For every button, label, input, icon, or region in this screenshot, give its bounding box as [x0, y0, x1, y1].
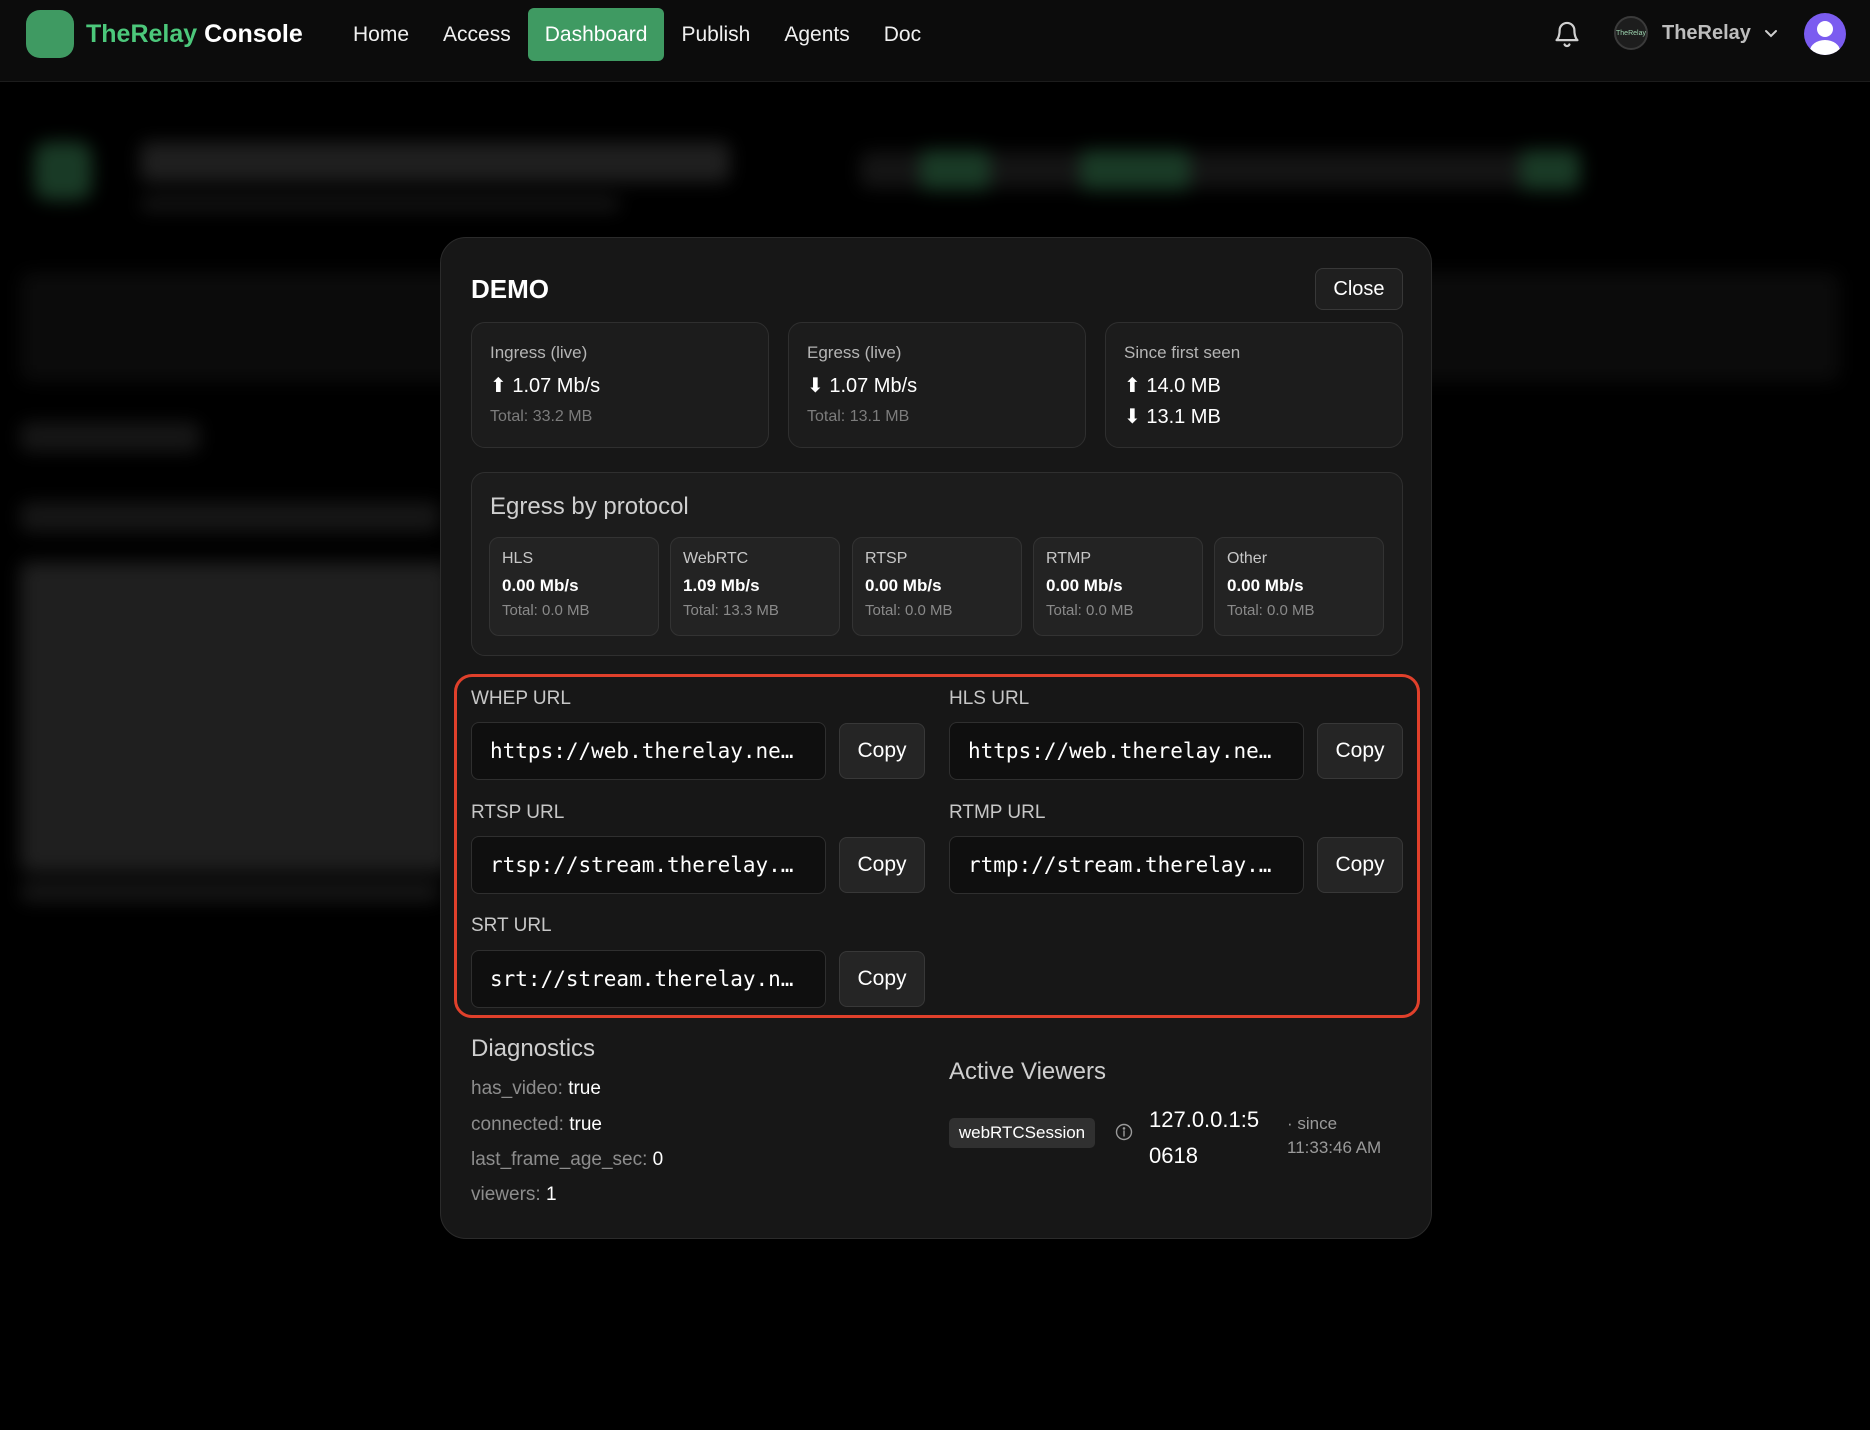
brand[interactable]: TheRelay Console: [26, 10, 303, 58]
since-first-seen-label: Since first seen: [1124, 343, 1241, 362]
egress-by-protocol-title: Egress by protocol: [490, 493, 689, 520]
hls-url-label: HLS URL: [949, 688, 1030, 709]
egress-by-protocol: Egress by protocol HLS 0.00 Mb/s Total: …: [471, 472, 1403, 656]
diag-connected: connected: true: [471, 1114, 602, 1136]
user-avatar-icon[interactable]: [1804, 13, 1846, 55]
diag-last-frame-age: last_frame_age_sec: 0: [471, 1149, 663, 1171]
diag-has-video: has_video: true: [471, 1078, 601, 1100]
modal-title: DEMO: [471, 274, 549, 304]
arrow-up-icon: ⬆: [490, 375, 507, 397]
nav-home[interactable]: Home: [336, 8, 426, 61]
copy-whep-url-button[interactable]: Copy: [839, 723, 925, 779]
protocol-total: Total: 0.0 MB: [1046, 602, 1134, 619]
egress-rate: ⬇ 1.07 Mb/s: [807, 373, 1067, 398]
brand-title-accent: TheRelay: [86, 19, 198, 48]
viewer-since: · since 11:33:46 AM: [1287, 1114, 1382, 1157]
stream-details-modal: DEMO Close Ingress (live) ⬆ 1.07 Mb/s To…: [440, 237, 1432, 1239]
egress-rate-value: 1.07 Mb/s: [829, 375, 918, 397]
protocol-rate: 0.00 Mb/s: [502, 576, 579, 595]
arrow-down-icon: ⬇: [1124, 406, 1141, 428]
ingress-label: Ingress (live): [490, 343, 588, 362]
protocol-name: Other: [1227, 550, 1268, 567]
arrow-down-icon: ⬇: [807, 375, 824, 397]
ingress-rate-value: 1.07 Mb/s: [512, 375, 601, 397]
copy-srt-url-button[interactable]: Copy: [839, 951, 925, 1007]
diag-viewers: viewers: 1: [471, 1184, 557, 1206]
protocol-rate: 0.00 Mb/s: [865, 576, 942, 595]
whep-url-label: WHEP URL: [471, 688, 571, 709]
main-nav: Home Access Dashboard Publish Agents Doc: [336, 8, 938, 61]
copy-rtmp-url-button[interactable]: Copy: [1317, 837, 1403, 893]
diagnostics-title: Diagnostics: [471, 1035, 596, 1062]
diag-key: last_frame_age_sec:: [471, 1149, 648, 1170]
viewer-session-badge: webRTCSession: [949, 1118, 1095, 1148]
diag-key: has_video:: [471, 1078, 563, 1099]
protocol-name: WebRTC: [683, 550, 749, 567]
ingress-rate: ⬆ 1.07 Mb/s: [490, 373, 750, 398]
ingress-total: Total: 33.2 MB: [490, 408, 593, 425]
nav-agents[interactable]: Agents: [767, 8, 866, 61]
chevron-down-icon: [1763, 25, 1779, 41]
close-button[interactable]: Close: [1315, 268, 1403, 310]
protocol-rate: 0.00 Mb/s: [1227, 576, 1304, 595]
brand-title: TheRelay Console: [86, 20, 303, 49]
diag-key: connected:: [471, 1114, 564, 1135]
brand-logo: [26, 10, 74, 58]
account-logo-text: TheRelay: [1616, 29, 1646, 37]
srt-url-field[interactable]: srt://stream.therelay.n…: [471, 950, 826, 1008]
rtsp-url-field[interactable]: rtsp://stream.therelay.…: [471, 836, 826, 894]
protocol-name: RTMP: [1046, 550, 1092, 567]
protocol-total: Total: 13.3 MB: [683, 602, 779, 619]
protocol-card-rtsp: RTSP 0.00 Mb/s Total: 0.0 MB: [852, 537, 1022, 636]
diag-value: 1: [545, 1184, 557, 1205]
copy-rtsp-url-button[interactable]: Copy: [839, 837, 925, 893]
protocol-name: HLS: [502, 550, 534, 567]
nav-publish[interactable]: Publish: [664, 8, 767, 61]
rtsp-url-label: RTSP URL: [471, 802, 565, 823]
protocol-card-other: Other 0.00 Mb/s Total: 0.0 MB: [1214, 537, 1384, 636]
egress-label: Egress (live): [807, 343, 902, 362]
protocol-card-webrtc: WebRTC 1.09 Mb/s Total: 13.3 MB: [670, 537, 840, 636]
protocol-card-hls: HLS 0.00 Mb/s Total: 0.0 MB: [489, 537, 659, 636]
ingress-card: Ingress (live) ⬆ 1.07 Mb/s Total: 33.2 M…: [471, 322, 769, 448]
diag-value: 0: [652, 1149, 664, 1170]
egress-card: Egress (live) ⬇ 1.07 Mb/s Total: 13.1 MB: [788, 322, 1086, 448]
nav-doc[interactable]: Doc: [867, 8, 938, 61]
protocol-total: Total: 0.0 MB: [502, 602, 590, 619]
diag-value: true: [568, 1078, 601, 1099]
whep-url-field[interactable]: https://web.therelay.ne…: [471, 722, 826, 780]
viewer-address: 127.0.0.1:50618: [1149, 1107, 1260, 1168]
diag-value: true: [569, 1114, 602, 1135]
protocol-card-rtmp: RTMP 0.00 Mb/s Total: 0.0 MB: [1033, 537, 1203, 636]
since-first-seen-up: ⬆ 14.0 MB: [1124, 373, 1384, 398]
nav-dashboard[interactable]: Dashboard: [527, 8, 665, 61]
since-first-seen-card: Since first seen ⬆ 14.0 MB ⬇ 13.1 MB: [1105, 322, 1403, 448]
since-up-value: 14.0 MB: [1146, 375, 1221, 397]
srt-url-label: SRT URL: [471, 915, 552, 936]
top-navbar: TheRelay Console Home Access Dashboard P…: [0, 0, 1870, 82]
protocol-rate: 0.00 Mb/s: [1046, 576, 1123, 595]
account-logo: TheRelay: [1614, 16, 1648, 50]
diag-key: viewers:: [471, 1184, 541, 1205]
bell-icon[interactable]: [1552, 18, 1582, 50]
protocol-name: RTSP: [865, 550, 908, 567]
brand-title-rest: Console: [204, 19, 303, 48]
since-down-value: 13.1 MB: [1146, 406, 1221, 428]
hls-url-field[interactable]: https://web.therelay.ne…: [949, 722, 1304, 780]
nav-access[interactable]: Access: [426, 8, 528, 61]
egress-total: Total: 13.1 MB: [807, 408, 910, 425]
active-viewers-title: Active Viewers: [949, 1058, 1106, 1085]
since-first-seen-down: ⬇ 13.1 MB: [1124, 404, 1384, 429]
info-icon[interactable]: [1115, 1123, 1133, 1141]
account-name: TheRelay: [1662, 21, 1751, 44]
protocol-rate: 1.09 Mb/s: [683, 576, 760, 595]
account-switcher[interactable]: TheRelay TheRelay: [1614, 16, 1779, 50]
protocol-total: Total: 0.0 MB: [865, 602, 953, 619]
copy-hls-url-button[interactable]: Copy: [1317, 723, 1403, 779]
arrow-up-icon: ⬆: [1124, 375, 1141, 397]
rtmp-url-field[interactable]: rtmp://stream.therelay.…: [949, 836, 1304, 894]
protocol-total: Total: 0.0 MB: [1227, 602, 1315, 619]
rtmp-url-label: RTMP URL: [949, 802, 1046, 823]
